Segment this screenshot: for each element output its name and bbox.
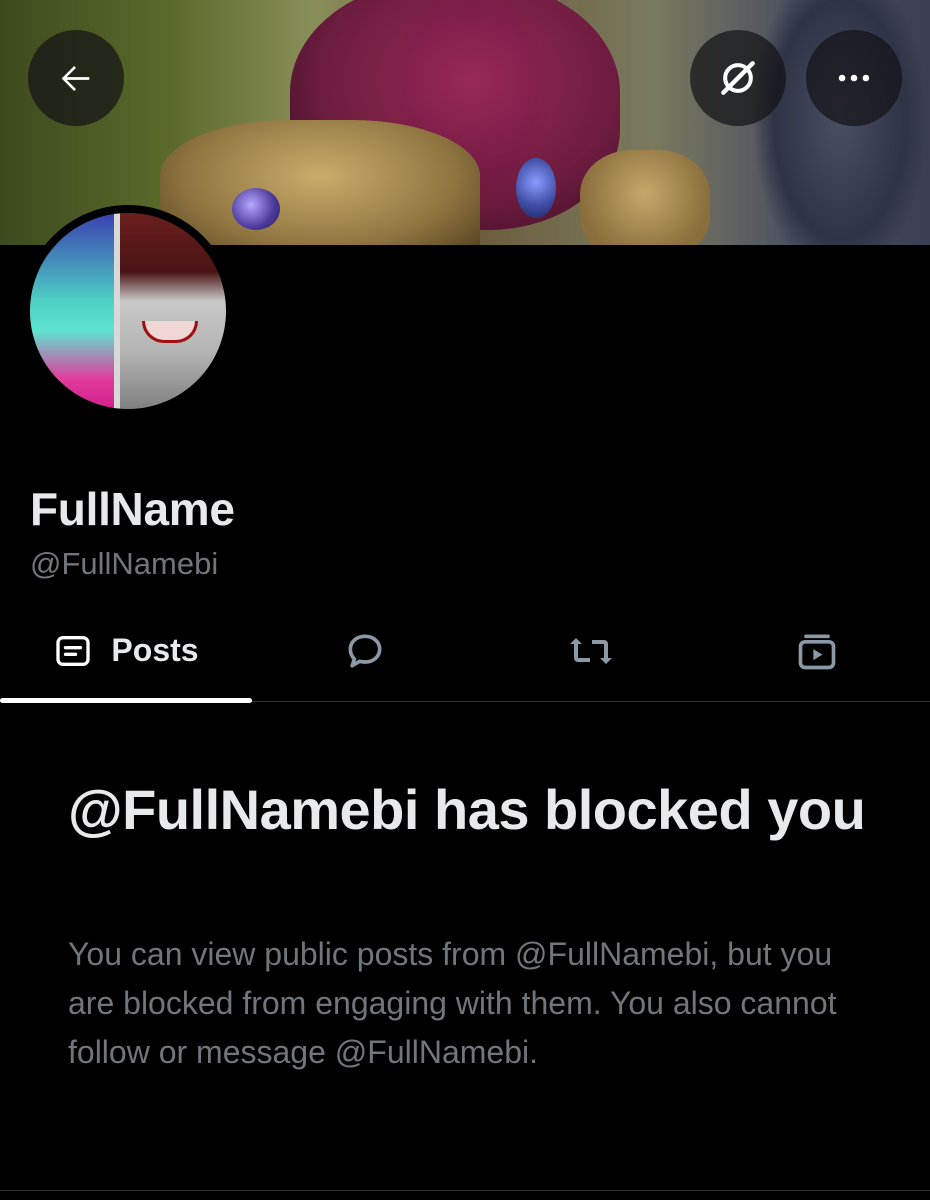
profile-tabs: Posts: [0, 600, 930, 703]
tab-selected-indicator: [0, 698, 252, 703]
display-name: FullName: [30, 483, 235, 535]
more-options-button[interactable]: [806, 30, 902, 126]
blocked-description: You can view public posts from @FullName…: [68, 936, 837, 1070]
banner-image-hand-right: [580, 150, 710, 245]
replies-bubble-icon: [348, 634, 382, 667]
tab-posts[interactable]: Posts: [0, 600, 252, 703]
back-button[interactable]: [28, 30, 124, 126]
avatar-right-half: [120, 213, 226, 409]
media-play-icon: [798, 634, 836, 669]
avatar-image: [30, 213, 226, 409]
banner-image-gem-2: [516, 158, 556, 218]
tab-posts-label: Posts: [111, 632, 199, 668]
grok-icon: [721, 61, 755, 95]
arrow-left-icon: [61, 66, 90, 91]
posts-icon: [56, 635, 91, 666]
banner-image-gem: [232, 188, 280, 230]
grok-button[interactable]: [690, 30, 786, 126]
tab-reposts[interactable]: [478, 600, 704, 701]
bottom-divider: [0, 1190, 930, 1191]
profile-avatar[interactable]: [22, 205, 234, 417]
tab-media[interactable]: [704, 600, 930, 701]
blocked-title: @FullNamebi has blocked you: [68, 778, 866, 841]
avatar-left-half: [30, 213, 118, 409]
repost-icon: [570, 637, 612, 664]
tab-replies[interactable]: [252, 600, 478, 701]
more-dots-icon: [838, 74, 870, 82]
profile-handle: @FullNamebi: [30, 546, 219, 581]
